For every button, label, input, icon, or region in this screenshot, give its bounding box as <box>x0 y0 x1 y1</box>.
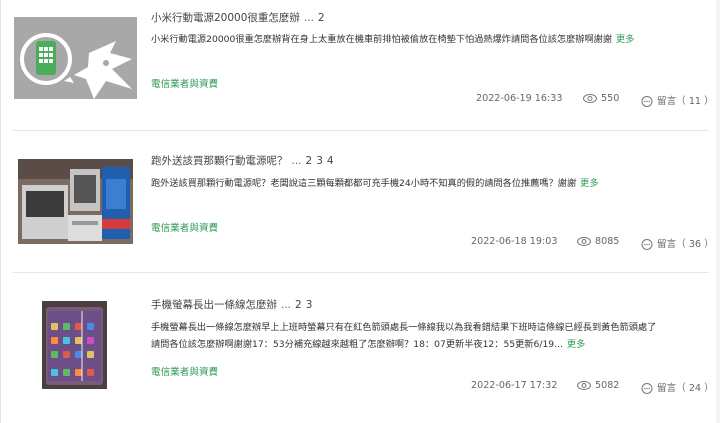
phone-screen-photo-icon <box>42 301 107 389</box>
comment-icon <box>641 382 653 394</box>
category-link[interactable]: 電信業者與資費 <box>151 220 218 234</box>
comment-icon <box>641 238 653 250</box>
post-title-row: 跑外送該買那顆行動電源呢？... 2 3 4 <box>151 153 334 168</box>
post-title-row: 小米行動電源20000很重怎麼辦... 2 <box>151 10 325 25</box>
post-title[interactable]: 跑外送該買那顆行動電源呢？ <box>151 155 288 167</box>
comment-count[interactable]: 留言（ 11 ） <box>641 93 714 107</box>
post-thumbnail[interactable] <box>18 159 133 244</box>
view-count: 550 <box>583 93 619 104</box>
list-item[interactable]: 跑外送該買那顆行動電源呢？... 2 3 4 跑外送該買那顆行動電源呢？老闆說這三顆每… <box>1 131 717 271</box>
post-title-row: 手機螢幕長出一條線怎麼辦... 2 3 <box>151 297 312 312</box>
page-link-2[interactable]: 2 <box>295 299 302 311</box>
post-title[interactable]: 手機螢幕長出一條線怎麼辦 <box>151 299 277 311</box>
post-date: 2022-06-19 16:33 <box>476 93 563 104</box>
page-link-2[interactable]: 2 <box>318 12 325 24</box>
page-link-3[interactable]: 3 <box>306 299 313 311</box>
power-bank-photo-icon <box>18 159 133 244</box>
eye-icon <box>577 380 591 390</box>
view-count: 5082 <box>577 380 619 391</box>
more-link[interactable]: 更多 <box>616 34 634 45</box>
phone-chat-logo-icon <box>20 33 132 99</box>
category-link[interactable]: 電信業者與資費 <box>151 364 218 378</box>
post-thumbnail[interactable] <box>14 17 137 99</box>
scrollbar-track[interactable] <box>716 0 720 423</box>
comment-count[interactable]: 留言（ 36 ） <box>641 236 714 250</box>
list-item[interactable]: 手機螢幕長出一條線怎麼辦... 2 3 手機螢幕長出一條線怎麼辦早上上班時螢幕只有在… <box>1 273 717 423</box>
excerpt-text: 跑外送該買那顆行動電源呢？老闆說這三顆每顆都都可充手機24小時不知真的假的請問各… <box>151 178 577 189</box>
title-ellipsis: ... <box>281 299 292 311</box>
post-date: 2022-06-18 19:03 <box>471 236 558 247</box>
post-excerpt: 手機螢幕長出一條線怎麼辦早上上班時螢幕只有在紅色箭頭處長一條線我以為我看錯結果下… <box>151 319 717 353</box>
more-link[interactable]: 更多 <box>567 339 585 350</box>
excerpt-line-1: 手機螢幕長出一條線怎麼辦早上上班時螢幕只有在紅色箭頭處長一條線我以為我看錯結果下… <box>151 322 657 333</box>
category-link[interactable]: 電信業者與資費 <box>151 76 218 90</box>
title-ellipsis: ... <box>291 155 302 167</box>
comment-count[interactable]: 留言（ 24 ） <box>641 380 714 394</box>
excerpt-text: 小米行動電源20000很重怎麼辦背在身上太重放在機車前排怕被偷放在椅墊下怕過熱爆… <box>151 34 613 45</box>
post-title[interactable]: 小米行動電源20000很重怎麼辦 <box>151 12 300 24</box>
post-date: 2022-06-17 17:32 <box>471 380 558 391</box>
title-ellipsis: ... <box>303 12 314 24</box>
excerpt-line-2: 請問各位該怎麼辦啊謝謝17：53分補充線越來越粗了怎麼辦啊？18：07更新半夜1… <box>151 339 563 350</box>
view-count: 8085 <box>577 236 619 247</box>
page-link-4[interactable]: 4 <box>327 155 334 167</box>
post-list: 小米行動電源20000很重怎麼辦... 2 小米行動電源20000很重怎麼辦背在身… <box>0 0 718 423</box>
list-item[interactable]: 小米行動電源20000很重怎麼辦... 2 小米行動電源20000很重怎麼辦背在身… <box>1 0 717 128</box>
page-link-2[interactable]: 2 <box>306 155 313 167</box>
post-thumbnail[interactable] <box>42 301 107 389</box>
post-excerpt: 跑外送該買那顆行動電源呢？老闆說這三顆每顆都都可充手機24小時不知真的假的請問各… <box>151 175 711 192</box>
comment-icon <box>641 95 653 107</box>
eye-icon <box>577 236 591 246</box>
more-link[interactable]: 更多 <box>580 178 598 189</box>
eye-icon <box>583 93 597 103</box>
page-link-3[interactable]: 3 <box>316 155 323 167</box>
post-excerpt: 小米行動電源20000很重怎麼辦背在身上太重放在機車前排怕被偷放在椅墊下怕過熱爆… <box>151 31 711 48</box>
